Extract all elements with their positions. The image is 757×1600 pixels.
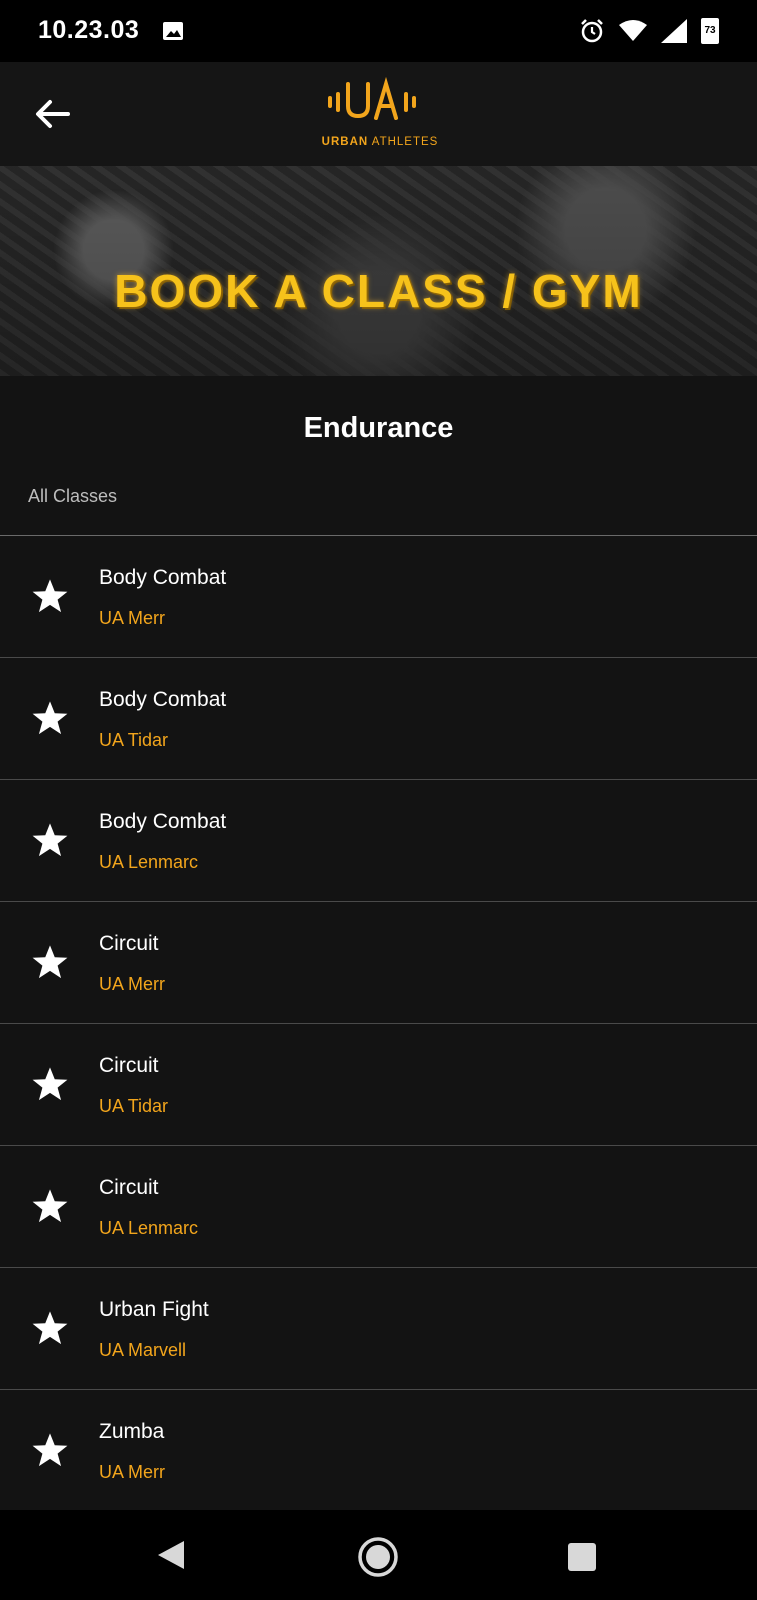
app-bar: URBAN ATHLETES	[0, 62, 757, 166]
signal-icon	[661, 19, 687, 43]
star-icon[interactable]	[31, 943, 69, 981]
nav-recent-apps-icon[interactable]	[568, 1543, 596, 1571]
star-icon[interactable]	[31, 1187, 69, 1225]
star-icon[interactable]	[31, 699, 69, 737]
class-location: UA Lenmarc	[99, 1218, 199, 1238]
battery-icon: 73	[701, 18, 719, 44]
image-notification-icon	[163, 22, 183, 40]
class-name: Body Combat	[99, 688, 227, 711]
page-title: Endurance	[303, 412, 454, 444]
star-icon[interactable]	[31, 1431, 69, 1469]
list-item[interactable]: Body Combat UA Tidar	[0, 658, 757, 780]
star-icon[interactable]	[31, 577, 69, 615]
class-name: Zumba	[99, 1420, 165, 1443]
star-icon[interactable]	[31, 1065, 69, 1103]
back-arrow-icon[interactable]	[34, 98, 70, 130]
list-item[interactable]: Circuit UA Lenmarc	[0, 1146, 757, 1268]
status-time: 10.23.03	[38, 16, 140, 44]
list-item[interactable]: Circuit UA Tidar	[0, 1024, 757, 1146]
list-item[interactable]: Body Combat UA Lenmarc	[0, 780, 757, 902]
list-item[interactable]: Circuit UA Merr	[0, 902, 757, 1024]
class-location: UA Merr	[99, 974, 166, 994]
hero-banner: BOOK A CLASS / GYM	[0, 166, 757, 376]
nav-back-icon[interactable]	[156, 1539, 186, 1571]
ua-logo-mark-icon	[328, 76, 416, 120]
class-location: UA Merr	[99, 608, 166, 628]
class-location: UA Marvell	[99, 1340, 187, 1360]
banner-title: BOOK A CLASS / GYM	[114, 265, 643, 317]
list-item[interactable]: Body Combat UA Merr	[0, 536, 757, 658]
nav-home-icon[interactable]	[356, 1535, 400, 1579]
alarm-icon	[581, 19, 603, 43]
class-name: Circuit	[99, 932, 159, 955]
class-location: UA Merr	[99, 1462, 166, 1482]
wifi-icon	[619, 20, 647, 41]
star-icon[interactable]	[31, 821, 69, 859]
class-name: Body Combat	[99, 566, 227, 589]
list-item[interactable]: Zumba UA Merr	[0, 1390, 757, 1511]
class-location: UA Tidar	[99, 730, 169, 750]
urban-athletes-logo: URBAN ATHLETES	[320, 76, 440, 156]
class-name: Body Combat	[99, 810, 227, 833]
battery-level: 73	[704, 25, 716, 36]
class-location: UA Lenmarc	[99, 852, 199, 872]
class-name: Circuit	[99, 1054, 159, 1077]
system-nav-bar	[0, 1510, 757, 1600]
all-classes-label: All Classes	[28, 486, 118, 506]
star-icon[interactable]	[31, 1309, 69, 1347]
class-location: UA Tidar	[99, 1096, 169, 1116]
class-name: Circuit	[99, 1176, 159, 1199]
logo-text-light: ATHLETES	[371, 136, 439, 148]
logo-wordmark: URBAN ATHLETES	[320, 136, 440, 148]
logo-text-bold: URBAN	[321, 136, 369, 148]
class-list: Body Combat UA Merr Body Combat UA Tidar…	[0, 536, 757, 1511]
status-bar: 10.23.03 73	[0, 0, 757, 62]
list-item[interactable]: Urban Fight UA Marvell	[0, 1268, 757, 1390]
class-name: Urban Fight	[99, 1298, 209, 1321]
